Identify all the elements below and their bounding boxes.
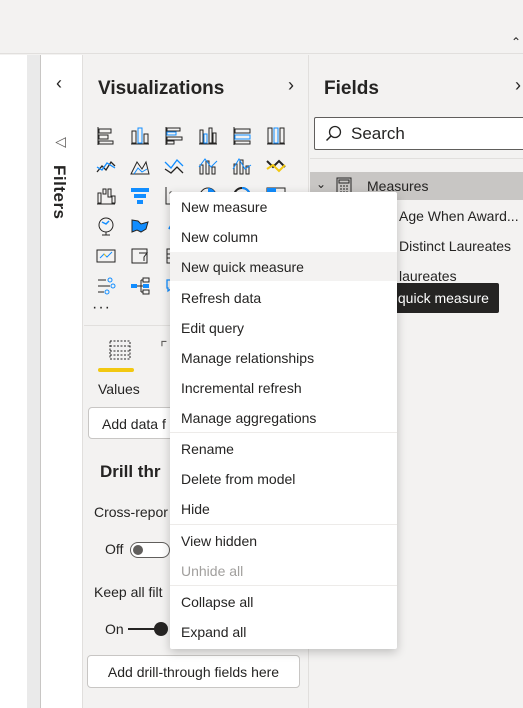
map-icon[interactable] xyxy=(89,211,123,241)
drill-through-heading: Drill thr xyxy=(100,462,161,481)
menu-item-new-measure[interactable]: New measure xyxy=(170,192,397,221)
add-drill-through-fields-button[interactable]: Add drill-through fields here xyxy=(87,655,300,688)
ribbon-chart-icon[interactable] xyxy=(259,151,293,181)
menu-item-refresh-data[interactable]: Refresh data xyxy=(170,283,397,312)
more-visuals-button[interactable]: ··· xyxy=(92,299,111,317)
menu-separator xyxy=(170,432,397,433)
clustered-column-icon[interactable] xyxy=(191,121,225,151)
keep-filters-state-label: On xyxy=(105,621,124,637)
caret-up-icon[interactable]: ⌃ xyxy=(511,35,521,49)
toggle-knob xyxy=(154,622,168,636)
toggle-knob xyxy=(133,545,143,555)
stacked-column-icon[interactable] xyxy=(123,121,157,151)
stacked-bar-icon[interactable] xyxy=(89,121,123,151)
menu-item-delete-from-model[interactable]: Delete from model xyxy=(170,464,397,493)
filled-map-icon[interactable] xyxy=(123,211,157,241)
stacked-area-icon[interactable] xyxy=(157,151,191,181)
report-canvas[interactable] xyxy=(0,55,27,708)
funnel-icon[interactable]: ▽ xyxy=(53,137,70,148)
context-menu: New measure New column New quick measure… xyxy=(170,192,397,649)
chevron-left-icon[interactable]: ‹ xyxy=(56,73,62,94)
search-icon xyxy=(325,125,342,142)
format-tab-icon[interactable]: ⌜ xyxy=(160,338,168,358)
slicer-icon[interactable] xyxy=(123,241,157,271)
filters-pane: ‹ ▽ Filters xyxy=(40,55,83,708)
menu-item-new-quick-measure[interactable]: New quick measure xyxy=(170,252,397,281)
field-item[interactable]: Distinct Laureates xyxy=(399,238,511,254)
search-input[interactable] xyxy=(351,123,511,145)
decomposition-tree-icon[interactable] xyxy=(123,271,157,301)
menu-item-edit-query[interactable]: Edit query xyxy=(170,313,397,342)
visualizations-title: Visualizations xyxy=(98,78,225,99)
menu-item-expand-all[interactable]: Expand all xyxy=(170,617,397,646)
active-tab-indicator xyxy=(98,368,134,372)
line-column-icon[interactable] xyxy=(191,151,225,181)
menu-item-collapse-all[interactable]: Collapse all xyxy=(170,587,397,616)
menu-item-view-hidden[interactable]: View hidden xyxy=(170,526,397,555)
waterfall-icon[interactable] xyxy=(89,181,123,211)
cross-report-label: Cross-repor xyxy=(94,504,168,520)
top-bar: ⌃ xyxy=(0,0,523,54)
menu-item-new-column[interactable]: New column xyxy=(170,222,397,251)
fields-title: Fields xyxy=(324,78,379,99)
stacked-bar-100-icon[interactable] xyxy=(225,121,259,151)
field-item[interactable]: Age When Award... xyxy=(399,208,519,224)
divider xyxy=(310,158,523,159)
kpi-icon[interactable] xyxy=(89,241,123,271)
menu-item-incremental-refresh[interactable]: Incremental refresh xyxy=(170,373,397,402)
menu-item-rename[interactable]: Rename xyxy=(170,434,397,463)
menu-separator xyxy=(170,524,397,525)
cross-report-toggle[interactable] xyxy=(130,542,170,558)
chevron-right-icon[interactable]: › xyxy=(515,75,521,96)
key-influencers-icon[interactable] xyxy=(89,271,123,301)
menu-item-hide[interactable]: Hide xyxy=(170,494,397,523)
cross-report-state-label: Off xyxy=(105,541,124,557)
field-item[interactable]: laureates xyxy=(399,268,457,284)
clustered-bar-icon[interactable] xyxy=(157,121,191,151)
stacked-column-100-icon[interactable] xyxy=(259,121,293,151)
area-chart-icon[interactable] xyxy=(123,151,157,181)
search-box[interactable] xyxy=(314,117,523,150)
menu-item-unhide-all: Unhide all xyxy=(181,563,244,579)
keep-all-filters-label: Keep all filt xyxy=(94,584,163,600)
app-root: ⌃ ‹ ▽ Filters Visualizations › ··· ⌜ Val… xyxy=(0,0,523,708)
build-fields-tab-icon[interactable] xyxy=(108,338,132,362)
menu-item-manage-aggregations[interactable]: Manage aggregations xyxy=(170,403,397,432)
chevron-right-icon[interactable]: › xyxy=(288,75,294,96)
filters-label[interactable]: Filters xyxy=(49,165,69,220)
keep-all-filters-toggle[interactable] xyxy=(128,621,168,637)
menu-item-manage-relationships[interactable]: Manage relationships xyxy=(170,343,397,372)
funnel-chart-icon[interactable] xyxy=(123,181,157,211)
menu-separator xyxy=(170,585,397,586)
line-stacked-column-icon[interactable] xyxy=(225,151,259,181)
canvas-gutter xyxy=(27,55,40,708)
line-chart-icon[interactable] xyxy=(89,151,123,181)
values-label: Values xyxy=(98,381,140,397)
chevron-down-icon[interactable]: ⌄ xyxy=(316,177,326,191)
